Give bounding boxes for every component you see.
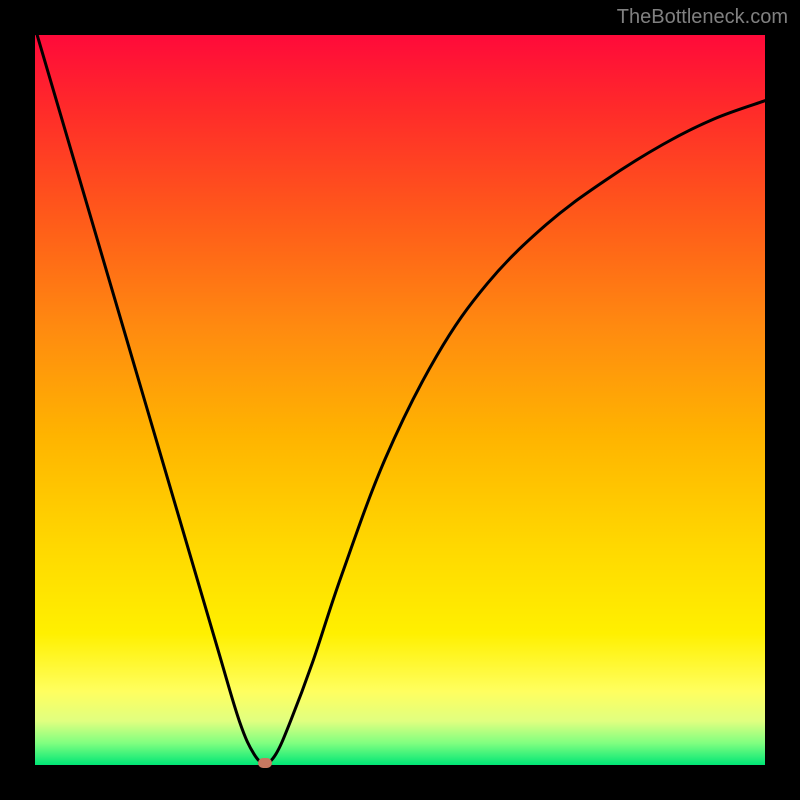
bottleneck-curve — [35, 35, 765, 765]
watermark-text: TheBottleneck.com — [617, 6, 788, 29]
chart-frame — [35, 35, 765, 765]
minimum-marker — [258, 758, 272, 768]
